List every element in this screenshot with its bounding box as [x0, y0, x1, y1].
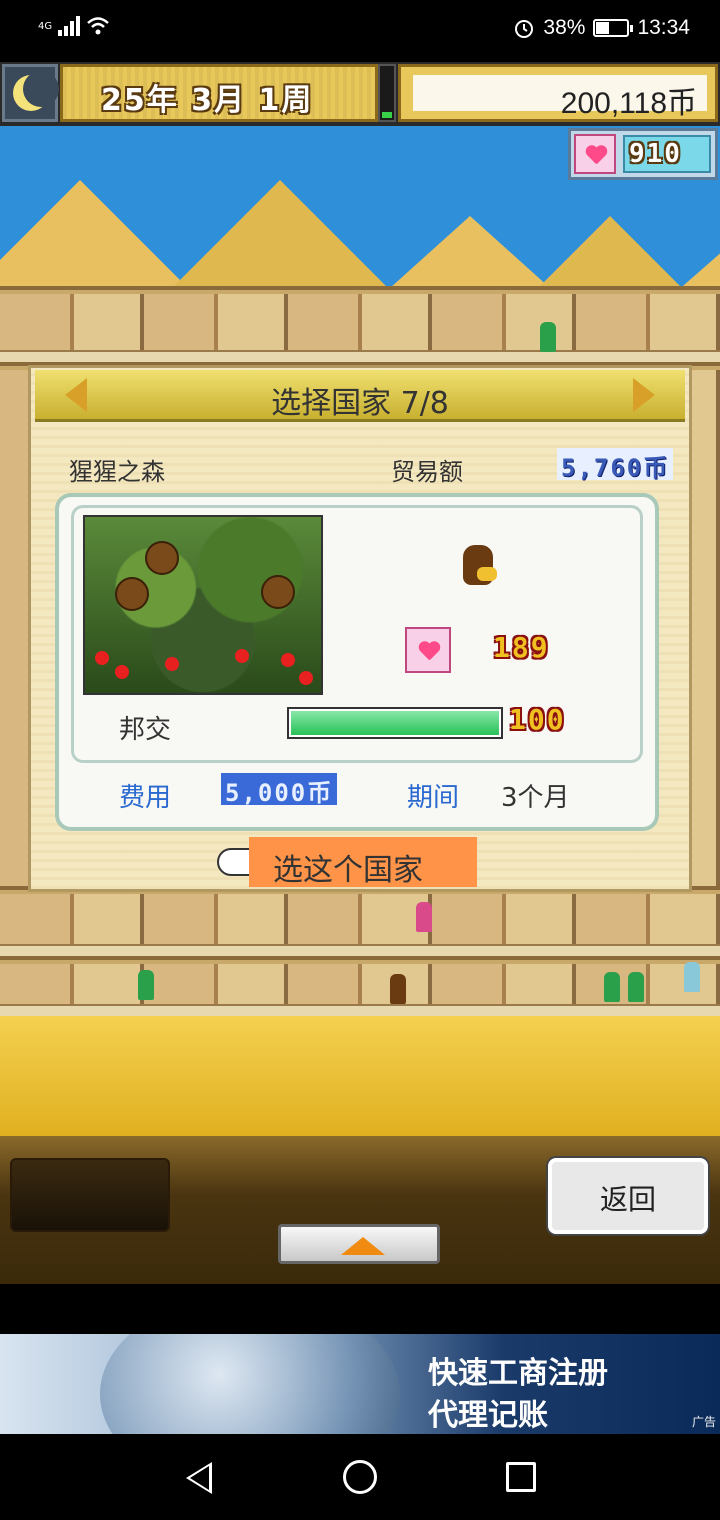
- game-scene[interactable]: 选择国家 7/8 猩猩之森 贸易额 5,760币 189 邦交 100 费用 5…: [0, 126, 720, 1136]
- resident: [416, 902, 432, 932]
- back-button[interactable]: 返回: [548, 1158, 708, 1234]
- monkey-figure: [261, 575, 295, 609]
- ad-banner[interactable]: 快速工商注册 代理记账 广告: [0, 1334, 720, 1434]
- monkey-icon: [463, 545, 497, 585]
- clock: 13:34: [637, 16, 690, 39]
- heart-icon: [405, 627, 451, 673]
- resident: [540, 322, 556, 352]
- money-amount: 200,118币: [560, 87, 697, 120]
- resident: [138, 970, 154, 1000]
- period-value: 3个月: [501, 783, 570, 813]
- heart-counter: 910: [568, 128, 718, 180]
- shop-floor: [0, 286, 720, 362]
- navigation-bar: [0, 1434, 720, 1520]
- trade-value: 5,760币: [557, 448, 674, 482]
- pyramid: [160, 180, 400, 300]
- nav-home-icon[interactable]: [343, 1460, 377, 1494]
- expand-menu-button[interactable]: [278, 1224, 440, 1264]
- status-bar: 4G 38% 13:34: [0, 0, 720, 62]
- date-panel: 25年 3月 1周: [60, 64, 378, 122]
- battery-percent: 38%: [543, 16, 586, 39]
- shop-floor: [0, 886, 720, 956]
- status-right: 38% 13:34: [513, 16, 690, 40]
- country-select-dialog: 选择国家 7/8 猩猩之森 贸易额 5,760币 189 邦交 100 费用 5…: [28, 365, 692, 892]
- ad-headline: 快速工商注册: [428, 1356, 608, 1391]
- trade-label: 贸易额: [391, 458, 463, 486]
- red-flower: [165, 657, 179, 671]
- ad-tag: 广告: [691, 1415, 716, 1429]
- country-info-card: 189 邦交 100 费用 5,000币 期间 3个月: [55, 493, 659, 831]
- desert-sand: [0, 1016, 720, 1136]
- resident: [390, 974, 406, 1004]
- wifi-icon: [87, 17, 109, 35]
- battery-icon: [593, 19, 634, 37]
- select-country-label: 选这个国家: [273, 853, 423, 888]
- diplomacy-value: 100: [509, 703, 566, 736]
- country-picture: [83, 515, 323, 695]
- nav-back-icon[interactable]: [186, 1462, 212, 1494]
- select-country-button[interactable]: 选这个国家: [249, 837, 477, 888]
- nav-recent-apps-icon[interactable]: [506, 1462, 536, 1492]
- friendship-value: 189: [493, 631, 550, 664]
- time-meter: [378, 64, 396, 122]
- dialog-header: 选择国家 7/8: [35, 370, 685, 422]
- cost-label: 费用: [119, 783, 172, 813]
- monkey-figure: [145, 541, 179, 575]
- game-date: 25年 3月 1周: [101, 83, 314, 118]
- empty-slot-button[interactable]: [10, 1158, 170, 1232]
- resident: [684, 962, 700, 992]
- back-label: 返回: [599, 1183, 656, 1216]
- spacer: [0, 1284, 720, 1334]
- ad-subline: 代理记账: [428, 1398, 548, 1433]
- network-type: 4G: [38, 20, 53, 32]
- up-arrow-icon: [341, 1237, 385, 1255]
- alarm-icon: [515, 20, 534, 38]
- cost-value: 5,000币: [221, 773, 338, 807]
- monkey-figure: [115, 577, 149, 611]
- game-hud: 25年 3月 1周 200,118币: [0, 62, 720, 126]
- period-label: 期间: [407, 783, 460, 813]
- next-country-arrow-icon[interactable]: [633, 378, 655, 412]
- game-controls: 返回: [0, 1136, 720, 1284]
- heart-icon: [574, 134, 616, 174]
- signal-area: 4G: [38, 16, 110, 36]
- globe-image: [100, 1334, 400, 1434]
- diplomacy-bar: [287, 707, 503, 739]
- dialog-title: 选择国家 7/8: [271, 386, 449, 421]
- heart-count: 910: [629, 139, 682, 169]
- red-flower: [235, 649, 249, 663]
- night-moon-icon: [2, 64, 59, 122]
- diplomacy-label: 邦交: [119, 715, 172, 745]
- red-flower: [281, 653, 295, 667]
- signal-icon: [58, 16, 81, 36]
- resident: [628, 972, 644, 1002]
- red-flower: [95, 651, 109, 665]
- diplomacy-bar-fill: [291, 711, 499, 735]
- country-name: 猩猩之森: [69, 458, 165, 486]
- red-flower: [299, 671, 313, 685]
- resident: [604, 972, 620, 1002]
- money-panel: 200,118币: [398, 64, 718, 122]
- red-flower: [115, 665, 129, 679]
